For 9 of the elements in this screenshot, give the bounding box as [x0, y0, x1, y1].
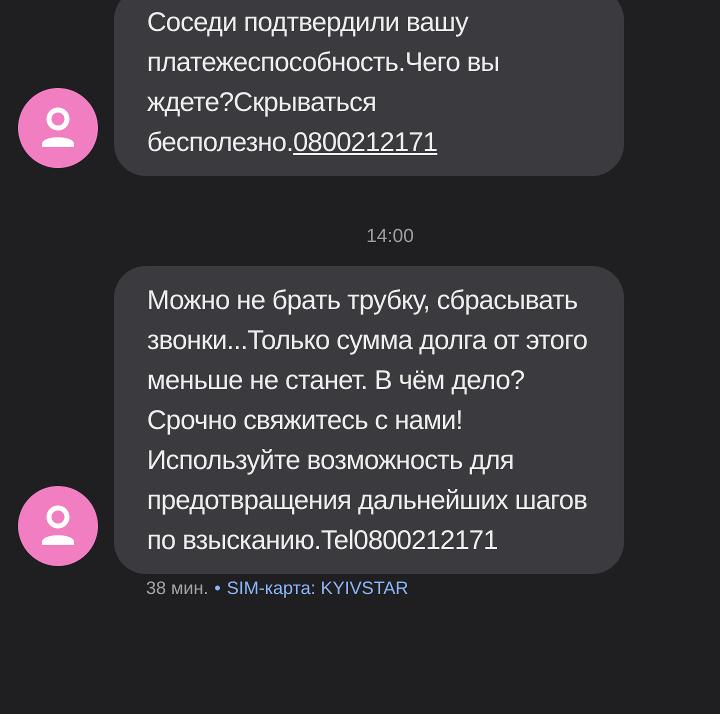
sim-label: SIM-карта: KYIVSTAR — [226, 578, 408, 599]
message-time: 38 мин. — [146, 578, 208, 599]
phone-link[interactable]: 0800212171 — [293, 127, 438, 157]
avatar-icon — [18, 88, 98, 168]
separator-dot: • — [214, 578, 221, 599]
message-text: Соседи подтвердили вашу платежеспособность.Чего вы ждете?Скрываться бесполезно.0800212171 — [147, 6, 500, 159]
message-text: Можно не брать трубку, сбрасывать звонки...Только сумма долга от этого меньше не станет. В чём дело? Срочно свяжитесь с нами! Используйте возможность для предотвращения дальнейших шагов по взысканию.Tel0800212171 — [147, 284, 588, 557]
avatar-icon — [18, 486, 98, 566]
timestamp: 14:00 — [366, 226, 414, 248]
